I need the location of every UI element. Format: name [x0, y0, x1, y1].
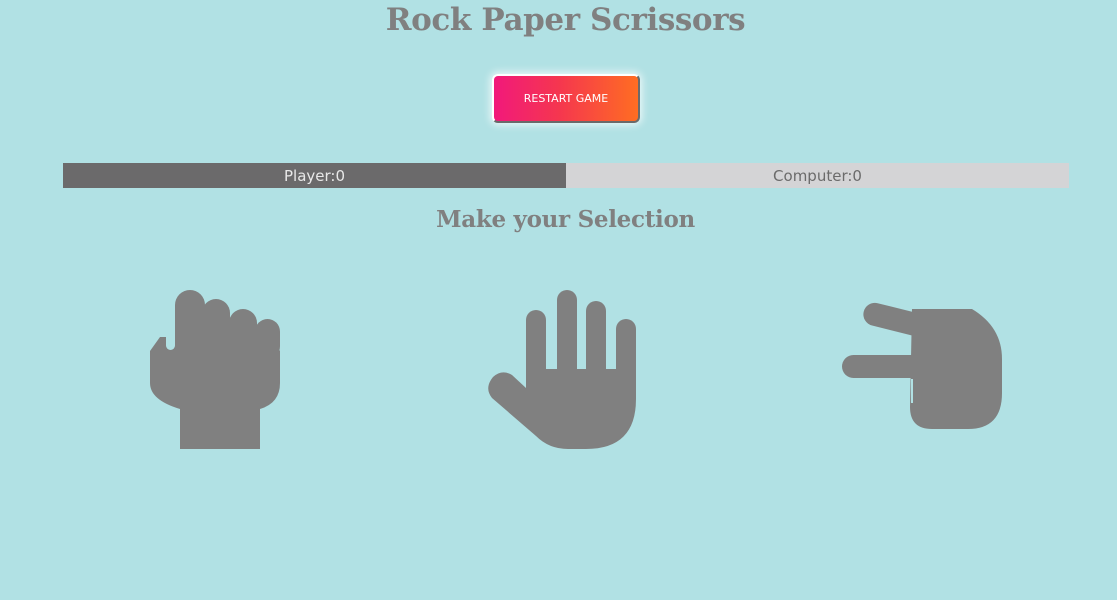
scissors-choice[interactable]	[837, 285, 1007, 455]
computer-score: Computer:0	[566, 163, 1069, 188]
paper-hand-icon	[488, 290, 636, 449]
scoreboard: Player:0 Computer:0	[63, 163, 1069, 188]
paper-choice[interactable]	[476, 285, 646, 455]
rock-hand-icon	[150, 290, 280, 449]
game-title: Rock Paper Scrissors	[385, 2, 746, 38]
restart-game-button[interactable]: RESTART GAME	[492, 74, 640, 123]
scissors-hand-icon	[842, 302, 1002, 429]
rock-choice[interactable]	[135, 285, 305, 455]
player-score: Player:0	[63, 163, 566, 188]
selection-prompt: Make your Selection	[436, 206, 695, 233]
